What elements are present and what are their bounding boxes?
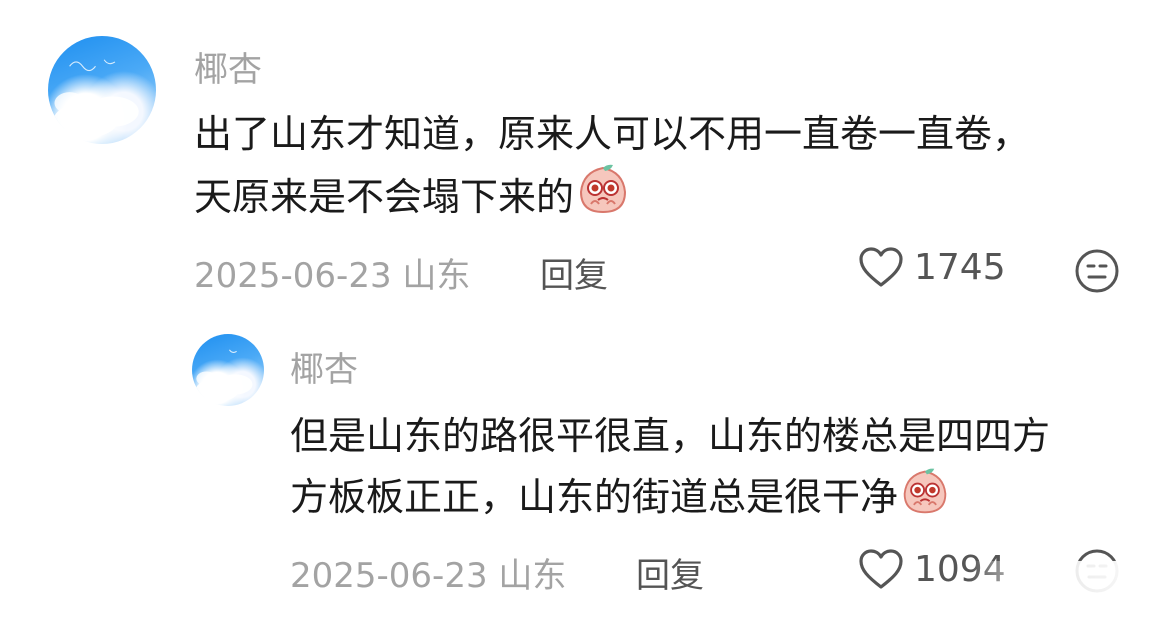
date-location: 2025-06-23 山东 [290,556,567,596]
comment-2: 椰杏 但是山东的路很平很直，山东的楼总是四四方 方板板正正，山东的街道总是很干净… [0,0,1169,621]
user-avatar[interactable] [192,334,264,406]
comment-line: 方板板正正，山东的街道总是很干净 [290,466,1050,533]
watermark-fade-overlay [969,561,1169,621]
comment-line: 但是山东的路很平很直，山东的楼总是四四方 [290,414,1051,458]
heart-icon [859,549,903,589]
sky-cloud-image [195,349,253,402]
pleading-peach-emoji [900,466,950,533]
username[interactable]: 椰杏 [290,342,358,391]
comment-line-text: 方板板正正，山东的街道总是很干净 [290,475,899,519]
reply-button[interactable]: 回复 [636,548,704,597]
comment-text: 但是山东的路很平很直，山东的楼总是四四方 方板板正正，山东的街道总是很干净 [290,406,1050,533]
